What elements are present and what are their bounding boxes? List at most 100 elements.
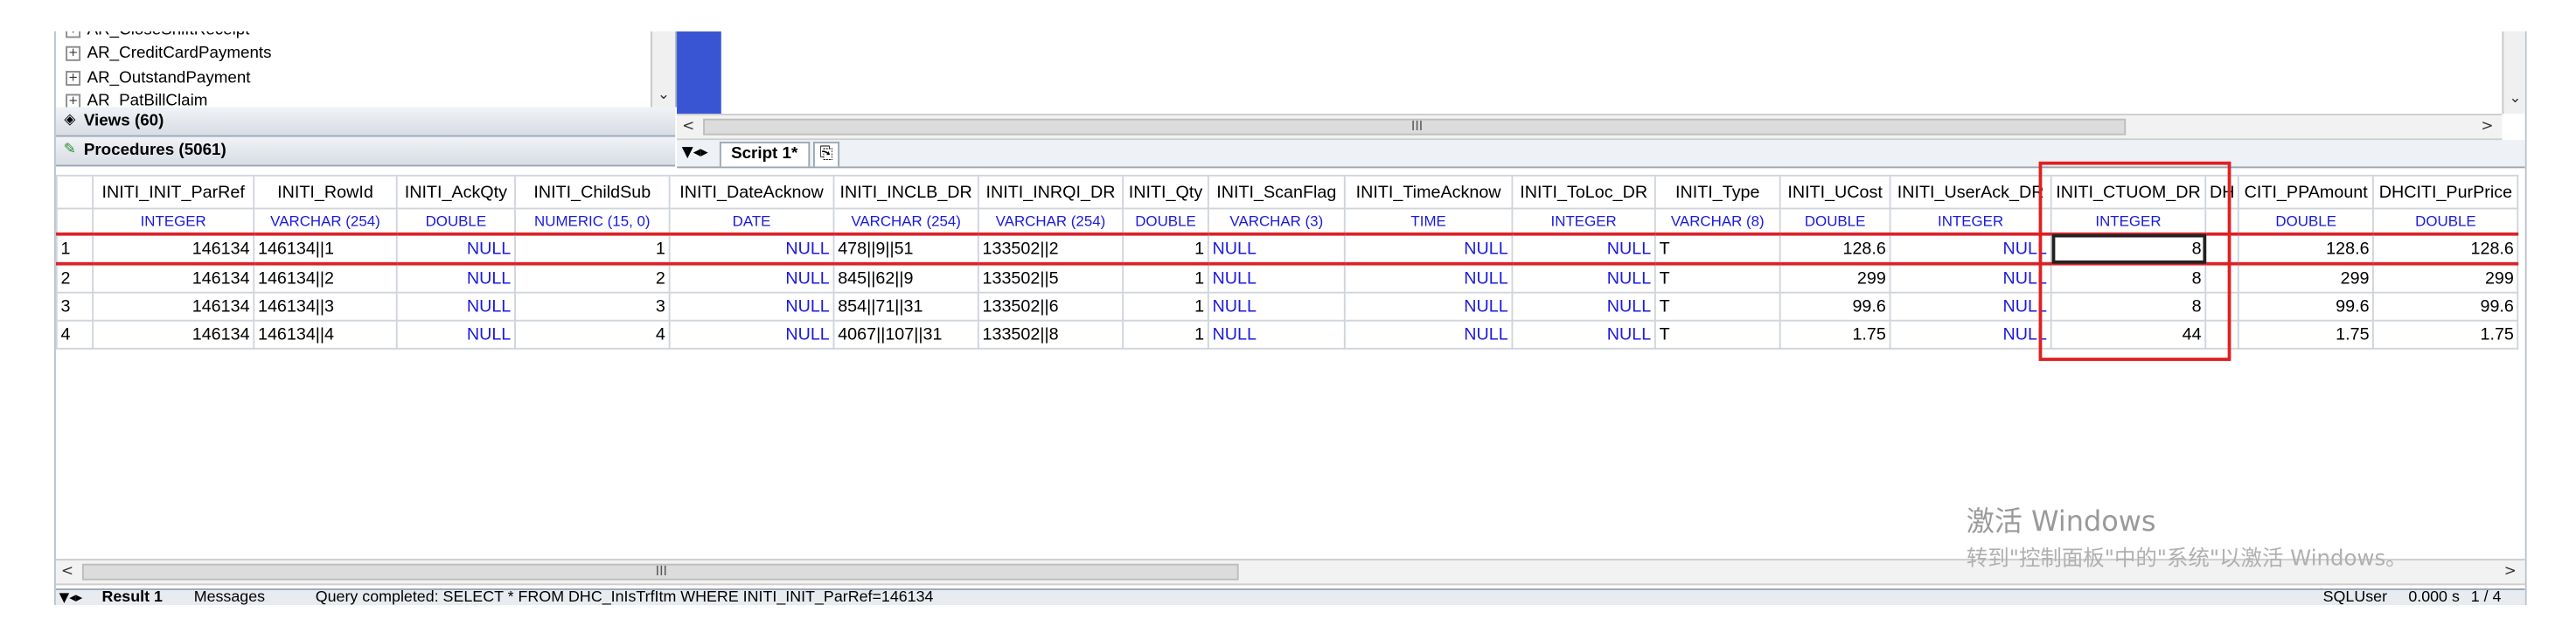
table-cell[interactable]: 99.6	[2238, 291, 2375, 322]
table-cell[interactable]: NULL	[395, 262, 516, 294]
table-cell[interactable]: 299	[1779, 262, 1891, 294]
table-cell[interactable]: 99.6	[2372, 291, 2519, 322]
column-header[interactable]: INITI_INRQI_DR	[977, 174, 1124, 210]
table-cell[interactable]: 299	[2238, 262, 2375, 294]
expand-icon[interactable]: +	[66, 31, 81, 38]
column-header[interactable]: INITI_UserAck_DR	[1889, 174, 2052, 210]
table-cell[interactable]: NULL	[1207, 319, 1346, 350]
table-cell[interactable]: NULL	[1511, 262, 1656, 294]
table-cell[interactable]: 133502||6	[977, 291, 1124, 322]
editor-vertical-scrollbar[interactable]: ⌄	[2502, 31, 2525, 115]
table-cell[interactable]: T	[1654, 319, 1781, 350]
tab-script-1[interactable]: Script 1*	[719, 142, 810, 167]
table-cell[interactable]: NULL	[1343, 319, 1514, 350]
table-cell[interactable]: 133502||2	[977, 232, 1124, 266]
table-cell[interactable]: 4067||107||31	[832, 319, 979, 350]
table-cell[interactable]: NULL	[1511, 232, 1656, 266]
table-cell[interactable]: 1	[1122, 262, 1209, 294]
table-cell[interactable]: NULL	[1511, 291, 1656, 322]
column-header[interactable]: INITI_ToLoc_DR	[1511, 174, 1656, 210]
column-header[interactable]: INITI_ScanFlag	[1207, 174, 1346, 210]
table-cell[interactable]: 146134||4	[253, 319, 398, 350]
script-editor[interactable]: ⌄ < III >	[677, 31, 2525, 144]
views-section[interactable]: ◈ Views (60)	[55, 107, 676, 137]
tree-item[interactable]: + AR_OutstandPayment	[66, 66, 251, 90]
scroll-left-icon[interactable]: <	[677, 115, 700, 138]
table-cell[interactable]: NULL	[1207, 262, 1346, 294]
table-cell[interactable]: NULL	[1511, 319, 1656, 350]
table-cell[interactable]: 3	[514, 291, 671, 322]
editor-horizontal-scrollbar[interactable]: < III >	[677, 114, 2503, 141]
column-header[interactable]: INITI_UCost	[1779, 174, 1891, 210]
table-cell[interactable]: 1	[1122, 232, 1209, 266]
table-cell[interactable]: NULL	[1343, 291, 1514, 322]
table-cell[interactable]: 128.6	[2372, 232, 2519, 266]
table-cell[interactable]: NULL	[1207, 291, 1346, 322]
new-tab-icon[interactable]: ⎘	[813, 142, 840, 167]
column-header[interactable]: INITI_INIT_ParRef	[92, 174, 255, 210]
procedures-section[interactable]: ✎ Procedures (5061)	[55, 136, 676, 167]
table-cell[interactable]: NULL	[1343, 232, 1514, 266]
table-cell[interactable]: 146134||2	[253, 262, 398, 294]
table-cell[interactable]: 1	[1122, 291, 1209, 322]
table-cell[interactable]: NULL	[1343, 262, 1514, 294]
scroll-right-icon[interactable]: >	[2499, 560, 2522, 583]
result-nav-icon[interactable]: ▼◂▸	[59, 590, 83, 605]
table-cell[interactable]: NULL	[1207, 232, 1346, 266]
scroll-down-icon[interactable]: ⌄	[2503, 87, 2524, 110]
column-header[interactable]: INITI_DateAcknow	[668, 174, 835, 210]
table-cell[interactable]: NULL	[1889, 232, 2052, 266]
tab-result-1[interactable]: Result 1	[101, 590, 162, 605]
scroll-right-icon[interactable]: >	[2475, 115, 2498, 138]
column-header[interactable]: INITI_RowId	[253, 174, 398, 210]
table-cell[interactable]: 845||62||9	[832, 262, 979, 294]
table-cell[interactable]: NULL	[668, 319, 835, 350]
table-cell[interactable]: 128.6	[1779, 232, 1891, 266]
column-header[interactable]: INITI_AckQty	[395, 174, 516, 210]
table-cell[interactable]: 4	[514, 319, 671, 350]
column-header[interactable]: INITI_TimeAcknow	[1343, 174, 1514, 210]
tab-messages[interactable]: Messages	[194, 590, 265, 605]
table-cell[interactable]: NULL	[1889, 319, 2052, 350]
table-cell[interactable]: 146134||3	[253, 291, 398, 322]
table-cell[interactable]: 1	[1122, 319, 1209, 350]
table-cell[interactable]: T	[1654, 262, 1781, 294]
table-cell[interactable]: NULL	[395, 232, 516, 266]
scroll-down-icon[interactable]: ⌄	[652, 84, 675, 107]
table-cell[interactable]: 133502||8	[977, 319, 1124, 350]
expand-icon[interactable]: +	[66, 45, 81, 61]
column-header[interactable]: INITI_INCLB_DR	[832, 174, 979, 210]
column-header[interactable]: INITI_Qty	[1122, 174, 1209, 210]
table-cell[interactable]: 299	[2372, 262, 2519, 294]
table-cell[interactable]: T	[1654, 232, 1781, 266]
table-cell[interactable]: 128.6	[2238, 232, 2375, 266]
scroll-left-icon[interactable]: <	[56, 560, 79, 583]
table-cell[interactable]: NULL	[395, 319, 516, 350]
table-cell[interactable]: 1.75	[2372, 319, 2519, 350]
table-cell[interactable]: 99.6	[1779, 291, 1891, 322]
table-cell[interactable]: 146134	[92, 319, 255, 350]
tab-menu-icon[interactable]: ▼◂▸	[682, 142, 708, 164]
table-cell[interactable]: NULL	[668, 291, 835, 322]
column-header[interactable]: INITI_ChildSub	[514, 174, 671, 210]
tree-vertical-scrollbar[interactable]: ⌄	[651, 31, 676, 108]
table-cell[interactable]: 146134||1	[253, 232, 398, 266]
table-cell[interactable]: 1.75	[1779, 319, 1891, 350]
table-cell[interactable]: 2	[514, 262, 671, 294]
table-cell[interactable]: NULL	[395, 291, 516, 322]
table-cell[interactable]: NULL	[668, 232, 835, 266]
table-cell[interactable]: NULL	[668, 262, 835, 294]
table-cell[interactable]: 146134	[92, 262, 255, 294]
tree-item[interactable]: + AR_CreditCardPayments	[66, 41, 272, 66]
table-cell[interactable]: 478||9||51	[832, 232, 979, 266]
table-cell[interactable]: NULL	[1889, 262, 2052, 294]
table-cell[interactable]: NULL	[1889, 291, 2052, 322]
column-header[interactable]: CITI_PPAmount	[2238, 174, 2375, 210]
expand-icon[interactable]: +	[66, 70, 81, 86]
table-cell[interactable]: 854||71||31	[832, 291, 979, 322]
table-cell[interactable]: T	[1654, 291, 1781, 322]
column-header[interactable]: DHCITI_PurPrice	[2372, 174, 2519, 210]
table-cell[interactable]: 133502||5	[977, 262, 1124, 294]
table-cell[interactable]: 1.75	[2238, 319, 2375, 350]
table-cell[interactable]: 146134	[92, 291, 255, 322]
